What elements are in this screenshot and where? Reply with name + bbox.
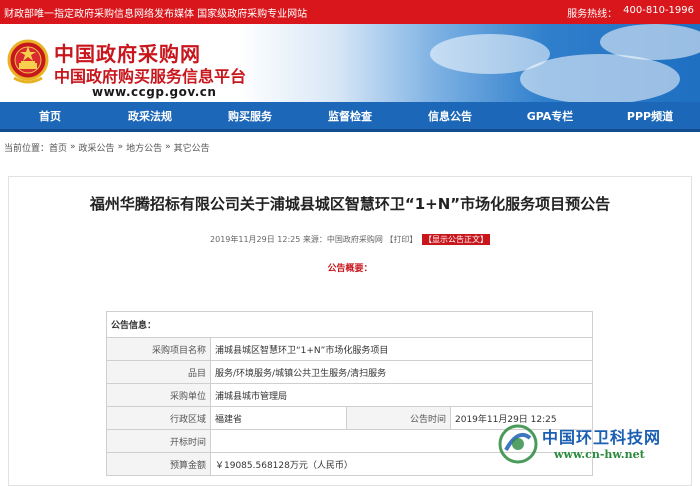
watermark-logo-icon: [498, 424, 538, 464]
table-row: 公告信息：: [106, 311, 593, 338]
show-full-text-button[interactable]: 【显示公告正文】: [421, 234, 490, 245]
article-meta: 2019年11月29日 12:25 来源：中国政府采购网 【打印】 【显示公告正…: [9, 234, 691, 245]
region-value: 福建省: [210, 406, 347, 430]
nav-ppp[interactable]: PPP频道: [600, 108, 700, 124]
breadcrumb-other[interactable]: 其它公告: [174, 141, 210, 154]
national-emblem-icon: [7, 39, 49, 84]
summary-heading: 公告概要：: [327, 264, 373, 274]
row-label: 开标时间: [106, 429, 211, 453]
site-banner: 中国政府采购网 中国政府购买服务信息平台 www.ccgp.gov.cn: [0, 24, 700, 102]
article-title: 福州华腾招标有限公司关于浦城县城区智慧环卫“1+N”市场化服务项目预公告: [89, 195, 611, 213]
info-table-header: 公告信息：: [106, 311, 593, 338]
table-row: 采购项目名称 浦城县城区智慧环卫“1+N”市场化服务项目: [106, 337, 593, 361]
row-label: 采购项目名称: [106, 337, 211, 361]
site-subtitle: 中国政府购买服务信息平台: [54, 67, 247, 86]
hotline-number: 400-810-1996: [623, 4, 694, 16]
top-bar-slogan: 财政部唯一指定政府采购信息网络发布媒体 国家级政府采购专业网站: [4, 8, 308, 20]
row-label: 预算金额: [106, 452, 211, 476]
category-value: 服务/环境服务/城镇公共卫生服务/清扫服务: [210, 360, 593, 384]
nav-regulations[interactable]: 政采法规: [100, 108, 200, 124]
site-url: www.ccgp.gov.cn: [92, 85, 217, 99]
nav-gpa[interactable]: GPA专栏: [500, 108, 600, 124]
breadcrumb-announcements[interactable]: 政采公告: [79, 141, 115, 154]
breadcrumb-prefix: 当前位置：: [4, 143, 50, 154]
breadcrumb-separator: »: [70, 142, 76, 152]
row-label: 行政区域: [106, 406, 211, 430]
hotline-label: 服务热线：: [567, 8, 618, 20]
table-row: 采购单位 浦城县城市管理局: [106, 383, 593, 407]
row-label: 采购单位: [106, 383, 211, 407]
breadcrumb-separator: »: [165, 142, 171, 152]
watermark: 中国环卫科技网 www.cn-hw.net: [496, 420, 696, 470]
project-name-value: 浦城县城区智慧环卫“1+N”市场化服务项目: [210, 337, 593, 361]
breadcrumb-home[interactable]: 首页: [49, 141, 67, 154]
breadcrumb-separator: »: [117, 142, 124, 152]
nav-announcements[interactable]: 信息公告: [400, 108, 500, 124]
nav-supervision[interactable]: 监督检查: [300, 108, 400, 124]
table-row: 品目 服务/环境服务/城镇公共卫生服务/清扫服务: [106, 360, 593, 384]
hotline: 服务热线： 400-810-1996: [567, 5, 694, 20]
main-nav: 首页 政采法规 购买服务 监督检查 信息公告 GPA专栏 PPP频道: [0, 102, 700, 132]
article-meta-text: 2019年11月29日 12:25 来源：中国政府采购网 【打印】: [210, 235, 418, 244]
top-bar: 财政部唯一指定政府采购信息网络发布媒体 国家级政府采购专业网站 服务热线： 40…: [0, 0, 700, 24]
row-label: 品目: [106, 360, 211, 384]
nav-home[interactable]: 首页: [0, 108, 100, 124]
nav-purchase-service[interactable]: 购买服务: [200, 108, 300, 124]
watermark-url: www.cn-hw.net: [554, 448, 645, 461]
breadcrumb-local[interactable]: 地方公告: [126, 141, 162, 154]
row-label: 公告时间: [346, 406, 451, 430]
purchaser-value: 浦城县城市管理局: [210, 383, 593, 407]
breadcrumb: 当前位置： 首页 » 政采公告 » 地方公告 » 其它公告: [0, 136, 700, 158]
watermark-name: 中国环卫科技网: [542, 428, 662, 447]
